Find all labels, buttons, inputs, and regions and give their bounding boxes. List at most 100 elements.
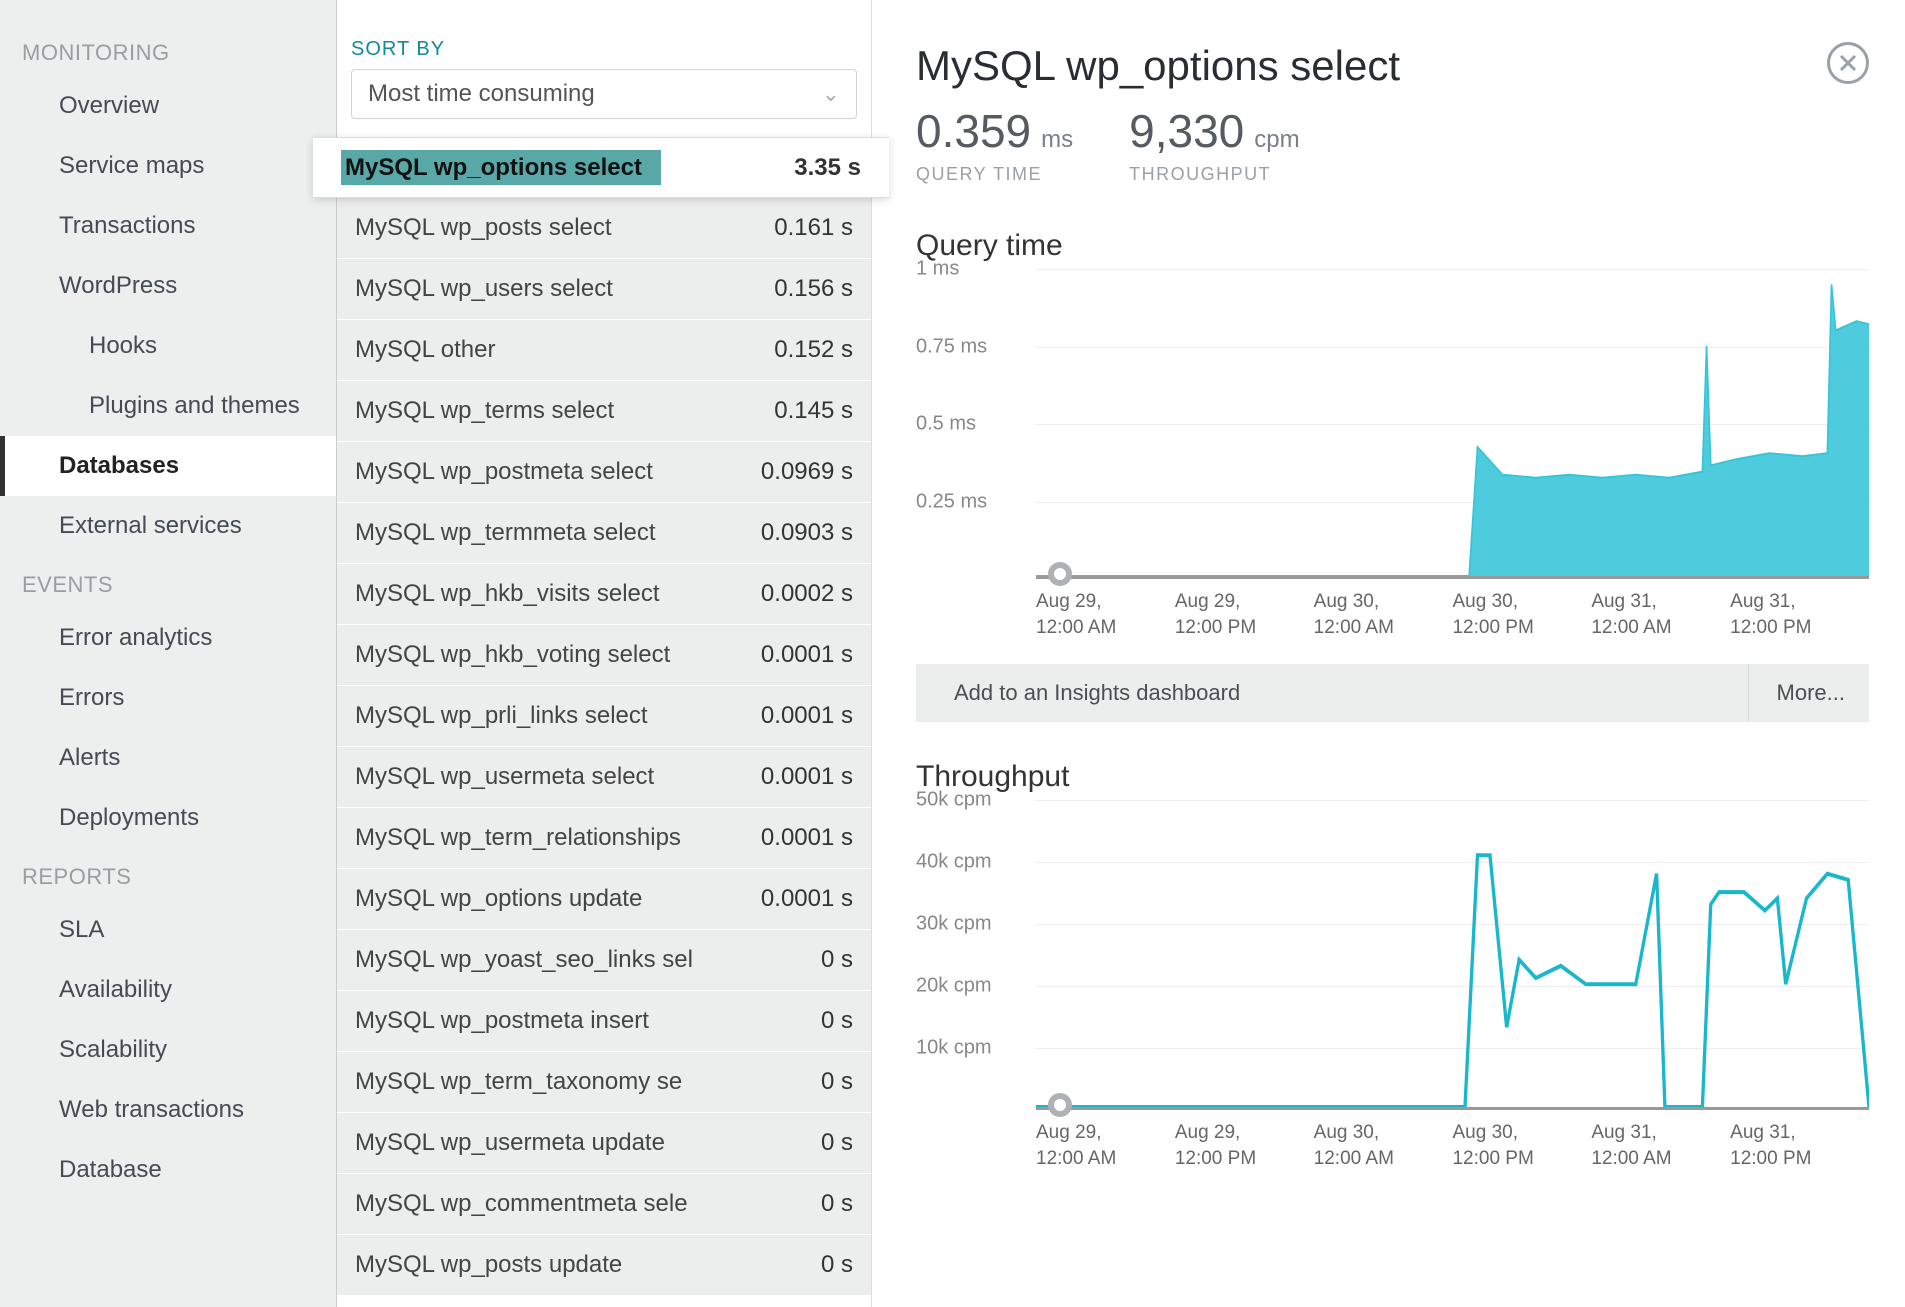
query-time-value: 0.0001 s (761, 763, 853, 791)
query-row[interactable]: MySQL wp_usermeta update0 s (337, 1113, 871, 1174)
x-axis-tick: Aug 30,12:00 AM (1314, 1120, 1453, 1171)
sidebar-item-sla[interactable]: SLA (0, 900, 336, 960)
query-row[interactable]: MySQL wp_yoast_seo_links sel 0 s (337, 930, 871, 991)
sidebar-item-overview[interactable]: Overview (0, 76, 336, 136)
query-row[interactable]: MySQL wp_posts select 0.161 s (337, 198, 871, 259)
sidebar-item-alerts[interactable]: Alerts (0, 728, 336, 788)
query-row[interactable]: MySQL wp_users select 0.156 s (337, 259, 871, 320)
sidebar-item-databases[interactable]: Databases (0, 436, 336, 496)
metric-throughput: 9,330 cpm THROUGHPUT (1129, 104, 1299, 185)
query-name: MySQL wp_users select (355, 275, 623, 303)
sort-select[interactable]: Most time consuming ⌄ (351, 69, 857, 119)
query-row[interactable]: MySQL wp_options select3.35 s (313, 137, 889, 198)
query-row[interactable]: MySQL wp_hkb_voting select 0.0001 s (337, 625, 871, 686)
throughput-label: THROUGHPUT (1129, 164, 1299, 185)
query-time-value: 0.0001 s (761, 702, 853, 730)
throughput-unit: cpm (1254, 126, 1299, 154)
sidebar-item-errors[interactable]: Errors (0, 668, 336, 728)
chevron-down-icon: ⌄ (822, 83, 840, 105)
sort-by-label: SORT BY (337, 38, 871, 69)
query-name: MySQL wp_prli_links select (355, 702, 658, 730)
query-time-value: 0.0001 s (761, 641, 853, 669)
query-row[interactable]: MySQL wp_posts update0 s (337, 1235, 871, 1296)
insights-dashboard-bar: Add to an Insights dashboard More... (916, 664, 1869, 722)
query-time-value: 0.0001 s (761, 824, 853, 852)
sidebar-item-wordpress[interactable]: WordPress (0, 256, 336, 316)
sidebar-item-service-maps[interactable]: Service maps (0, 136, 336, 196)
query-row[interactable]: MySQL wp_terms select 0.145 s (337, 381, 871, 442)
query-name: MySQL wp_postmeta insert (355, 1007, 659, 1035)
query-row[interactable]: MySQL wp_postmeta insert0 s (337, 991, 871, 1052)
query-row[interactable]: MySQL wp_options update 0.0001 s (337, 869, 871, 930)
chart-title-query-time: Query time (916, 229, 1869, 263)
query-time-value: 0.161 s (774, 214, 853, 242)
y-axis-tick: 50k cpm (916, 789, 1036, 812)
detail-panel: MySQL wp_options select 0.359 ms QUERY T… (871, 0, 1905, 1307)
detail-title: MySQL wp_options select (916, 42, 1400, 90)
query-name: MySQL wp_options update (355, 885, 652, 913)
x-axis-tick: Aug 31,12:00 PM (1730, 1120, 1869, 1171)
sidebar-item-deployments[interactable]: Deployments (0, 788, 336, 848)
query-row[interactable]: MySQL wp_hkb_visits select0.0002 s (337, 564, 871, 625)
x-axis-tick: Aug 30,12:00 PM (1452, 1120, 1591, 1171)
query-time-value: 3.35 s (794, 154, 861, 182)
query-row[interactable]: MySQL wp_term_relationships0.0001 s (337, 808, 871, 869)
y-axis-tick: 1 ms (916, 258, 1036, 281)
query-name: MySQL wp_posts select (355, 214, 622, 242)
query-time-value: 0 s (821, 1068, 853, 1096)
x-axis-tick: Aug 30,12:00 PM (1452, 589, 1591, 640)
query-name: MySQL wp_usermeta update (355, 1129, 675, 1157)
sidebar: MONITORINGOverviewService mapsTransactio… (0, 0, 337, 1307)
query-name: MySQL wp_hkb_visits select (355, 580, 670, 608)
timeline-scrubber[interactable] (1048, 562, 1072, 586)
query-row[interactable]: MySQL wp_prli_links select 0.0001 s (337, 686, 871, 747)
query-time-value: 0.0903 s (761, 519, 853, 547)
query-time-value: 0.359 (916, 104, 1031, 158)
timeline-scrubber[interactable] (1048, 1093, 1072, 1117)
x-axis-tick: Aug 29,12:00 PM (1175, 1120, 1314, 1171)
y-axis-tick: 0.5 ms (916, 413, 1036, 436)
y-axis-tick: 10k cpm (916, 1037, 1036, 1060)
query-list-panel: SORT BY Most time consuming ⌄ MySQL wp_o… (337, 0, 871, 1307)
metric-query-time: 0.359 ms QUERY TIME (916, 104, 1073, 185)
sidebar-group-title: REPORTS (0, 848, 336, 900)
query-time-value: 0.0001 s (761, 885, 853, 913)
sidebar-item-hooks[interactable]: Hooks (0, 316, 336, 376)
query-time-value: 0.145 s (774, 397, 853, 425)
y-axis-tick: 0.75 ms (916, 335, 1036, 358)
sidebar-item-web-transactions[interactable]: Web transactions (0, 1080, 336, 1140)
sidebar-item-external-services[interactable]: External services (0, 496, 336, 556)
query-time-value: 0 s (821, 1251, 853, 1279)
x-axis-tick: Aug 31,12:00 AM (1591, 589, 1730, 640)
chart-query-time: Query time 1 ms0.75 ms0.5 ms0.25 ms Aug … (916, 229, 1869, 722)
query-time-value: 0.0969 s (761, 458, 853, 486)
sidebar-item-scalability[interactable]: Scalability (0, 1020, 336, 1080)
throughput-value: 9,330 (1129, 104, 1244, 158)
close-button[interactable] (1827, 42, 1869, 84)
query-time-label: QUERY TIME (916, 164, 1073, 185)
query-row[interactable]: MySQL wp_termmeta select0.0903 s (337, 503, 871, 564)
query-name: MySQL wp_yoast_seo_links sel (355, 946, 703, 974)
query-name: MySQL other (355, 336, 506, 364)
sidebar-item-availability[interactable]: Availability (0, 960, 336, 1020)
query-time-value: 0 s (821, 946, 853, 974)
query-row[interactable]: MySQL wp_usermeta select0.0001 s (337, 747, 871, 808)
sidebar-group-title: EVENTS (0, 556, 336, 608)
query-list: MySQL wp_options select3.35 sMySQL wp_po… (337, 137, 871, 1296)
query-row[interactable]: MySQL wp_postmeta select0.0969 s (337, 442, 871, 503)
query-time-unit: ms (1041, 126, 1073, 154)
query-time-value: 0.156 s (774, 275, 853, 303)
query-name: MySQL wp_hkb_voting select (355, 641, 680, 669)
sidebar-item-error-analytics[interactable]: Error analytics (0, 608, 336, 668)
query-row[interactable]: MySQL other0.152 s (337, 320, 871, 381)
query-name: MySQL wp_terms select (355, 397, 624, 425)
query-row[interactable]: MySQL wp_term_taxonomy se0 s (337, 1052, 871, 1113)
sidebar-item-database[interactable]: Database (0, 1140, 336, 1200)
query-row[interactable]: MySQL wp_commentmeta sele0 s (337, 1174, 871, 1235)
x-axis-tick: Aug 31,12:00 AM (1591, 1120, 1730, 1171)
sidebar-item-plugins-and-themes[interactable]: Plugins and themes (0, 376, 336, 436)
sort-selected-value: Most time consuming (368, 80, 595, 108)
sidebar-item-transactions[interactable]: Transactions (0, 196, 336, 256)
add-to-dashboard-link[interactable]: Add to an Insights dashboard (954, 680, 1240, 706)
dashboard-more-button[interactable]: More... (1748, 664, 1845, 722)
